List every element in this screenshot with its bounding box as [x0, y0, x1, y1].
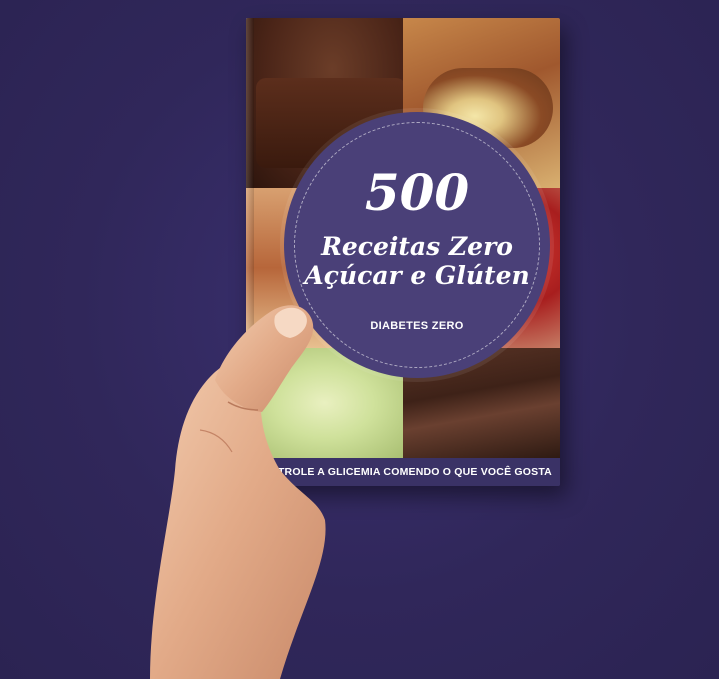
badge-title-line2: Açúcar e Glúten [304, 261, 530, 290]
badge-title: Receitas Zero Açúcar e Glúten [284, 232, 550, 290]
book-spine [246, 18, 254, 486]
badge-number: 500 [364, 163, 470, 222]
badge-title-line1: Receitas Zero [321, 232, 513, 261]
badge-brand: DIABETES ZERO [370, 320, 464, 332]
title-badge: 500 Receitas Zero Açúcar e Glúten DIABET… [284, 112, 550, 378]
cover-tagline: CONTROLE A GLICEMIA COMENDO O QUE VOCÊ G… [246, 458, 560, 486]
